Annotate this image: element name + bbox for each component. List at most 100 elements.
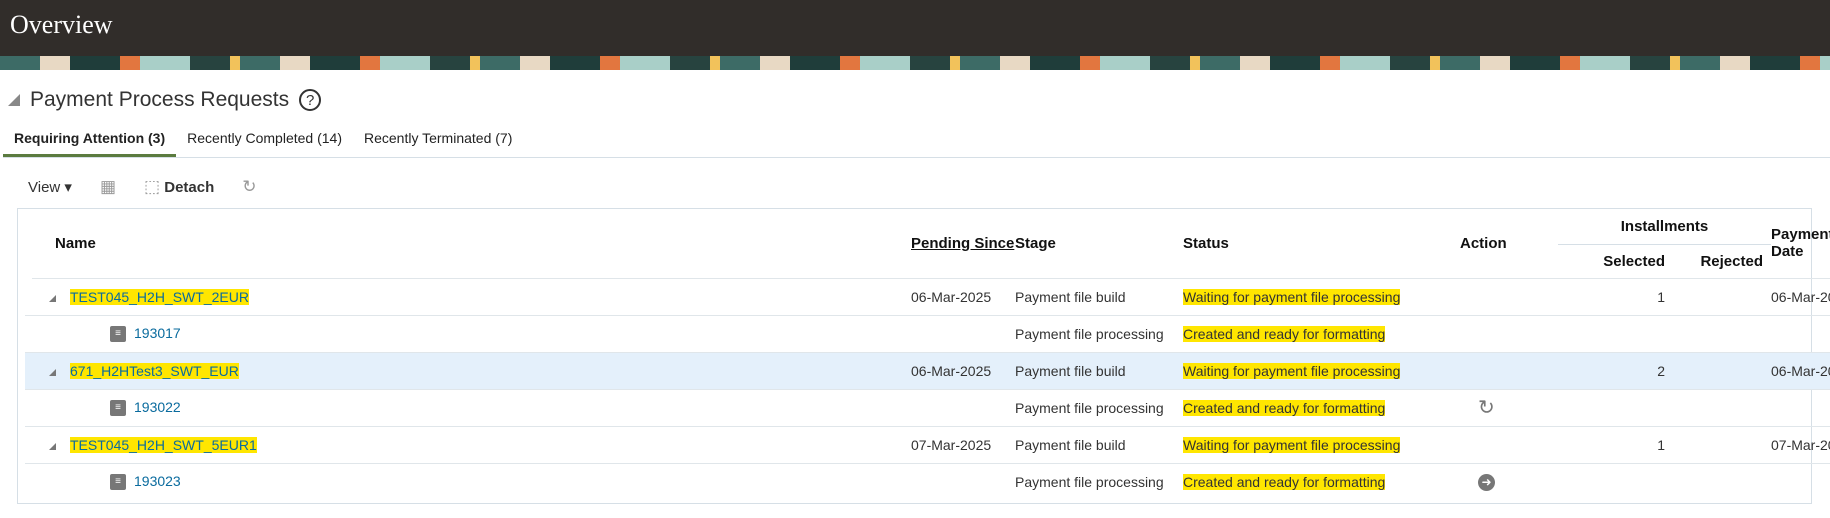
- col-rejected[interactable]: Rejected: [1673, 244, 1771, 278]
- freeze-columns-icon[interactable]: ▦: [100, 177, 116, 197]
- pending-since-cell: 06-Mar-2025: [911, 351, 1015, 389]
- action-cell: [1460, 351, 1558, 389]
- table-row[interactable]: ≡ 193017 Payment file processing Created …: [25, 314, 1830, 352]
- status-text: Waiting for payment file processing: [1183, 362, 1401, 379]
- selected-cell: 1: [1558, 425, 1673, 463]
- request-name-link[interactable]: 671_H2HTest3_SWT_EUR: [70, 362, 239, 379]
- status-cell: Waiting for payment file processing: [1183, 351, 1460, 389]
- refresh-icon[interactable]: ↻: [1478, 397, 1495, 419]
- table-toolbar: View ▾ ▦ ⬚ Detach ↻: [28, 177, 257, 197]
- action-cell: [1460, 277, 1558, 315]
- pending-since-cell: 06-Mar-2025: [911, 277, 1015, 315]
- col-status[interactable]: Status: [1183, 209, 1460, 278]
- pending-since-cell: 07-Mar-2025: [911, 425, 1015, 463]
- payment-file-link[interactable]: 193017: [134, 325, 181, 341]
- view-menu[interactable]: View ▾: [28, 178, 72, 196]
- refresh-icon[interactable]: ↻: [242, 177, 256, 197]
- action-cell: ↻: [1460, 388, 1558, 426]
- payment-file-link[interactable]: 193023: [134, 473, 181, 489]
- status-cell: Created and ready for formatting: [1183, 462, 1460, 500]
- rejected-cell: [1673, 388, 1771, 426]
- status-text: Created and ready for formatting: [1183, 325, 1386, 342]
- rejected-cell: [1673, 462, 1771, 500]
- stage-cell: Payment file build: [1015, 425, 1183, 463]
- payment-date-cell: 06-Mar-2025: [1771, 277, 1830, 315]
- arrow-right-circle-icon[interactable]: ➜: [1478, 473, 1495, 491]
- status-text: Created and ready for formatting: [1183, 399, 1386, 416]
- status-text: Waiting for payment file processing: [1183, 288, 1401, 305]
- decorative-banner: [0, 56, 1830, 70]
- action-cell: ➜: [1460, 462, 1558, 500]
- table-row[interactable]: 671_H2HTest3_SWT_EUR 06-Mar-2025 Payment…: [25, 351, 1830, 389]
- section-title: Payment Process Requests: [30, 88, 290, 111]
- selected-cell: [1558, 314, 1673, 352]
- help-icon[interactable]: ?: [299, 89, 322, 111]
- tab-recently-completed[interactable]: Recently Completed (14): [176, 125, 353, 157]
- expand-icon[interactable]: [49, 294, 56, 302]
- stage-cell: Payment file processing: [1015, 388, 1183, 426]
- stage-cell: Payment file build: [1015, 351, 1183, 389]
- payment-date-cell: [1771, 388, 1830, 426]
- document-icon: ≡: [110, 400, 126, 417]
- table-row[interactable]: ≡ 193022 Payment file processing Created …: [25, 388, 1830, 426]
- col-pending-since[interactable]: Pending Since: [911, 209, 1015, 278]
- selected-cell: 1: [1558, 277, 1673, 315]
- status-cell: Created and ready for formatting: [1183, 314, 1460, 352]
- table-row[interactable]: TEST045_H2H_SWT_2EUR 06-Mar-2025 Payment…: [25, 277, 1830, 315]
- name-cell: ≡ 193017: [25, 314, 911, 352]
- section-header: Payment Process Requests ?: [8, 88, 322, 112]
- name-cell: ≡ 193022: [25, 388, 911, 426]
- col-installments: Installments: [1558, 209, 1771, 245]
- selected-cell: 2: [1558, 351, 1673, 389]
- action-cell: [1460, 314, 1558, 352]
- selected-cell: [1558, 388, 1673, 426]
- pending-since-cell: [911, 388, 1015, 426]
- document-icon: ≡: [110, 474, 126, 491]
- selected-cell: [1558, 462, 1673, 500]
- stage-cell: Payment file processing: [1015, 462, 1183, 500]
- tab-recently-terminated[interactable]: Recently Terminated (7): [353, 125, 523, 157]
- col-name[interactable]: Name: [18, 209, 911, 278]
- pending-since-cell: [911, 462, 1015, 500]
- rejected-cell: [1673, 314, 1771, 352]
- col-selected[interactable]: Selected: [1558, 244, 1673, 278]
- pending-since-cell: [911, 314, 1015, 352]
- detach-icon: ⬚: [144, 177, 161, 196]
- page-title: Overview: [10, 10, 113, 39]
- table-row[interactable]: ≡ 193023 Payment file processing Created …: [25, 462, 1830, 500]
- rejected-cell: [1673, 277, 1771, 315]
- stage-cell: Payment file build: [1015, 277, 1183, 315]
- payment-file-link[interactable]: 193022: [134, 399, 181, 415]
- detach-label: Detach: [164, 179, 215, 196]
- col-stage[interactable]: Stage: [1015, 209, 1183, 278]
- rejected-cell: [1673, 425, 1771, 463]
- name-cell: TEST045_H2H_SWT_2EUR: [25, 277, 911, 315]
- request-name-link[interactable]: TEST045_H2H_SWT_2EUR: [70, 288, 249, 305]
- table-row[interactable]: TEST045_H2H_SWT_5EUR1 07-Mar-2025 Paymen…: [25, 425, 1830, 463]
- collapse-icon[interactable]: [8, 94, 20, 106]
- header-bar: Overview: [0, 0, 1830, 56]
- status-cell: Waiting for payment file processing: [1183, 277, 1460, 315]
- status-cell: Waiting for payment file processing: [1183, 425, 1460, 463]
- col-pending-label: Pending Since: [911, 234, 1015, 252]
- payment-date-cell: [1771, 314, 1830, 352]
- name-cell: ≡ 193023: [25, 462, 911, 500]
- expand-icon[interactable]: [49, 368, 56, 376]
- name-cell: 671_H2HTest3_SWT_EUR: [25, 351, 911, 389]
- col-payment-date[interactable]: Payment Date: [1771, 209, 1830, 278]
- request-name-link[interactable]: TEST045_H2H_SWT_5EUR1: [70, 436, 257, 453]
- view-label: View: [28, 179, 61, 196]
- document-icon: ≡: [110, 326, 126, 343]
- detach-button[interactable]: ⬚ Detach: [144, 177, 214, 197]
- payment-date-cell: 07-Mar-2025: [1771, 425, 1830, 463]
- rejected-cell: [1673, 351, 1771, 389]
- payment-date-cell: [1771, 462, 1830, 500]
- tab-requiring-attention[interactable]: Requiring Attention (3): [3, 125, 177, 157]
- status-text: Waiting for payment file processing: [1183, 436, 1401, 453]
- col-action[interactable]: Action: [1460, 209, 1558, 278]
- status-text: Created and ready for formatting: [1183, 473, 1386, 490]
- expand-icon[interactable]: [49, 442, 56, 450]
- payment-date-cell: 06-Mar-2025: [1771, 351, 1830, 389]
- action-cell: [1460, 425, 1558, 463]
- requests-table: Name Pending Since Stage Status Action I…: [17, 208, 1830, 504]
